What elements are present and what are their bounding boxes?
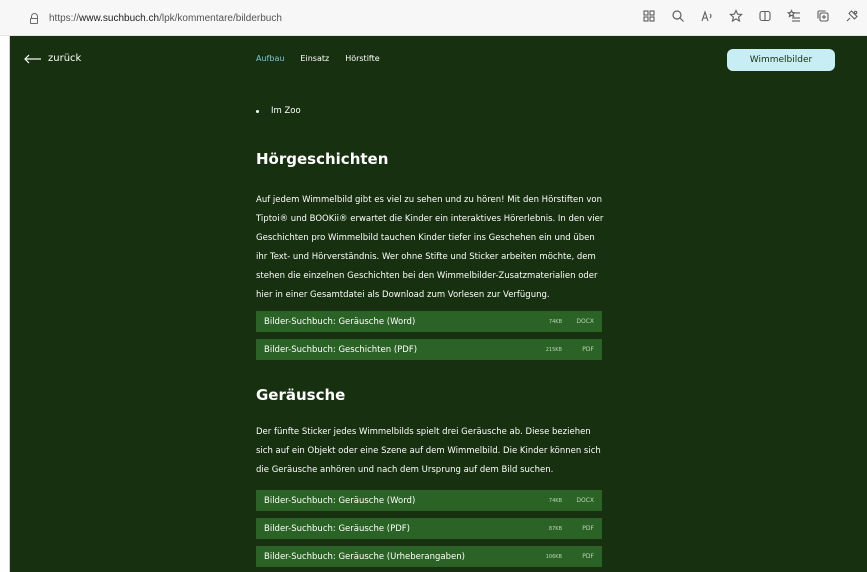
download-size: 87KB: [548, 525, 562, 532]
back-label: zurück: [48, 53, 82, 64]
download-row[interactable]: Bilder-Suchbuch: Geräusche (Word) 74KB D…: [256, 490, 602, 511]
url-prefix: https://: [49, 12, 80, 24]
split-screen-icon[interactable]: [758, 9, 772, 23]
back-link[interactable]: zurück: [24, 53, 81, 64]
section-paragraph-geraeusche: Der fünfte Sticker jedes Wimmelbilds spi…: [256, 427, 601, 475]
section-nav: Aufbau Einsatz Hörstifte: [256, 54, 380, 63]
download-type: PDF: [582, 525, 594, 532]
download-row[interactable]: Bilder-Suchbuch: Geschichten (PDF) 215KB…: [256, 339, 602, 360]
nav-item-einsatz[interactable]: Einsatz: [300, 54, 329, 63]
url-path: /lpk/kommentare/bilderbuch: [159, 12, 282, 24]
download-row[interactable]: Bilder-Suchbuch: Geräusche (Urheberangab…: [256, 546, 602, 567]
download-title: Bilder-Suchbuch: Geräusche (Urheberangab…: [264, 551, 465, 562]
download-size: 215KB: [545, 346, 562, 353]
collections-icon[interactable]: [816, 9, 830, 23]
address-bar[interactable]: https://www.suchbuch.ch/lpk/kommentare/b…: [30, 6, 650, 30]
download-title: Bilder-Suchbuch: Geschichten (PDF): [264, 344, 418, 355]
side-panel-edge: [0, 36, 10, 572]
favorites-bar-icon[interactable]: [787, 9, 801, 23]
section-paragraph-hoergeschichten: Auf jedem Wimmelbild gibt es viel zu seh…: [256, 195, 604, 300]
url-text[interactable]: https://www.suchbuch.ch/lpk/kommentare/b…: [49, 13, 282, 24]
download-type: PDF: [582, 553, 594, 560]
read-aloud-icon[interactable]: [700, 9, 714, 23]
download-title: Bilder-Suchbuch: Geräusche (PDF): [264, 523, 410, 534]
nav-item-aufbau[interactable]: Aufbau: [256, 54, 284, 63]
bullet-icon: [256, 109, 259, 113]
extensions-icon[interactable]: [845, 9, 859, 23]
download-size: 106KB: [545, 553, 562, 560]
section-title-geraeusche: Geräusche: [256, 386, 346, 404]
wimmelbilder-button[interactable]: Wimmelbilder: [727, 49, 835, 71]
favorite-icon[interactable]: [729, 9, 743, 23]
download-type: PDF: [582, 346, 594, 353]
nav-item-hoerstifte[interactable]: Hörstifte: [345, 54, 379, 63]
download-size: 74KB: [548, 318, 562, 325]
section-title-hoergeschichten: Hörgeschichten: [256, 150, 389, 168]
download-title: Bilder-Suchbuch: Geräusche (Word): [264, 495, 416, 506]
zoom-icon[interactable]: [671, 9, 685, 23]
url-host: www.suchbuch.ch: [79, 12, 160, 24]
browser-actions: [642, 9, 859, 23]
page-content: zurück Aufbau Einsatz Hörstifte Wimmelbi…: [10, 36, 867, 572]
download-type: DOCX: [576, 497, 594, 504]
download-type: DOCX: [576, 318, 594, 325]
download-title: Bilder-Suchbuch: Geräusche (Word): [264, 316, 416, 327]
browser-toolbar: https://www.suchbuch.ch/lpk/kommentare/b…: [0, 0, 867, 36]
download-row[interactable]: Bilder-Suchbuch: Geräusche (Word) 74KB D…: [256, 311, 602, 332]
download-row[interactable]: Bilder-Suchbuch: Geräusche (PDF) 87KB PD…: [256, 518, 602, 539]
download-size: 74KB: [548, 497, 562, 504]
grid-icon[interactable]: [642, 9, 656, 23]
list-item-label: Im Zoo: [271, 106, 301, 116]
lock-icon[interactable]: [30, 12, 39, 24]
arrow-left-icon: [24, 54, 42, 64]
list-item: Im Zoo: [256, 106, 301, 116]
